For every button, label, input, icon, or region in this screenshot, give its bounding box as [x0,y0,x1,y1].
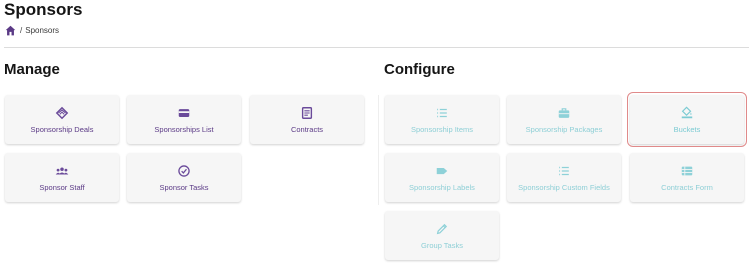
paint-bucket-icon [681,105,693,118]
users-icon [55,167,69,174]
section-divider [378,95,379,205]
card-label: Sponsorship Items [410,124,474,134]
breadcrumb-current: Sponsors [25,25,60,35]
card-label: Sponsorships List [154,124,214,134]
table-list-icon [681,166,693,175]
home-icon[interactable] [5,25,16,36]
card-label: Sponsorship Labels [409,182,475,192]
page-title: Sponsors [4,0,83,19]
sponsorship-labels-card[interactable]: Sponsorship Labels [385,153,499,202]
check-circle-icon [178,164,190,177]
tag-icon [436,167,448,174]
pencil-icon [436,223,448,234]
sponsor-tasks-card[interactable]: Sponsor Tasks [127,153,241,202]
sponsorship-custom-fields-card[interactable]: Sponsorship Custom Fields [507,153,621,202]
list-icon [559,166,569,175]
card-label: Sponsorship Custom Fields [518,182,610,192]
group-tasks-card[interactable]: Group Tasks [385,211,499,260]
card-label: Buckets [673,124,701,134]
buckets-card[interactable]: Buckets [627,92,747,147]
card-label: Sponsor Tasks [159,182,209,192]
sponsorship-deals-card[interactable]: Sponsorship Deals [5,95,119,144]
breadcrumb-separator: / [20,25,23,35]
sponsor-staff-card[interactable]: Sponsor Staff [5,153,119,202]
card-list-icon [178,108,190,117]
contracts-form-card[interactable]: Contracts Form [630,153,744,202]
card-label: Contracts Form [661,182,713,192]
manage-section-title: Manage [4,61,60,78]
sponsorships-list-card[interactable]: Sponsorships List [127,95,241,144]
card-label: Sponsorship Deals [30,124,94,134]
briefcase-icon [558,107,570,118]
breadcrumb: / Sponsors [5,24,59,36]
handshake-icon [55,106,69,119]
card-label: Sponsorship Packages [525,124,603,134]
card-label: Sponsor Staff [39,182,85,192]
sponsorship-packages-card[interactable]: Sponsorship Packages [507,95,621,144]
list-icon [437,108,447,117]
sponsorship-items-card[interactable]: Sponsorship Items [385,95,499,144]
header-divider [4,47,749,48]
card-label: Group Tasks [421,240,463,250]
contract-icon [301,106,313,119]
card-label: Contracts [290,124,324,134]
configure-section-title: Configure [384,61,455,78]
contracts-card[interactable]: Contracts [250,95,364,144]
